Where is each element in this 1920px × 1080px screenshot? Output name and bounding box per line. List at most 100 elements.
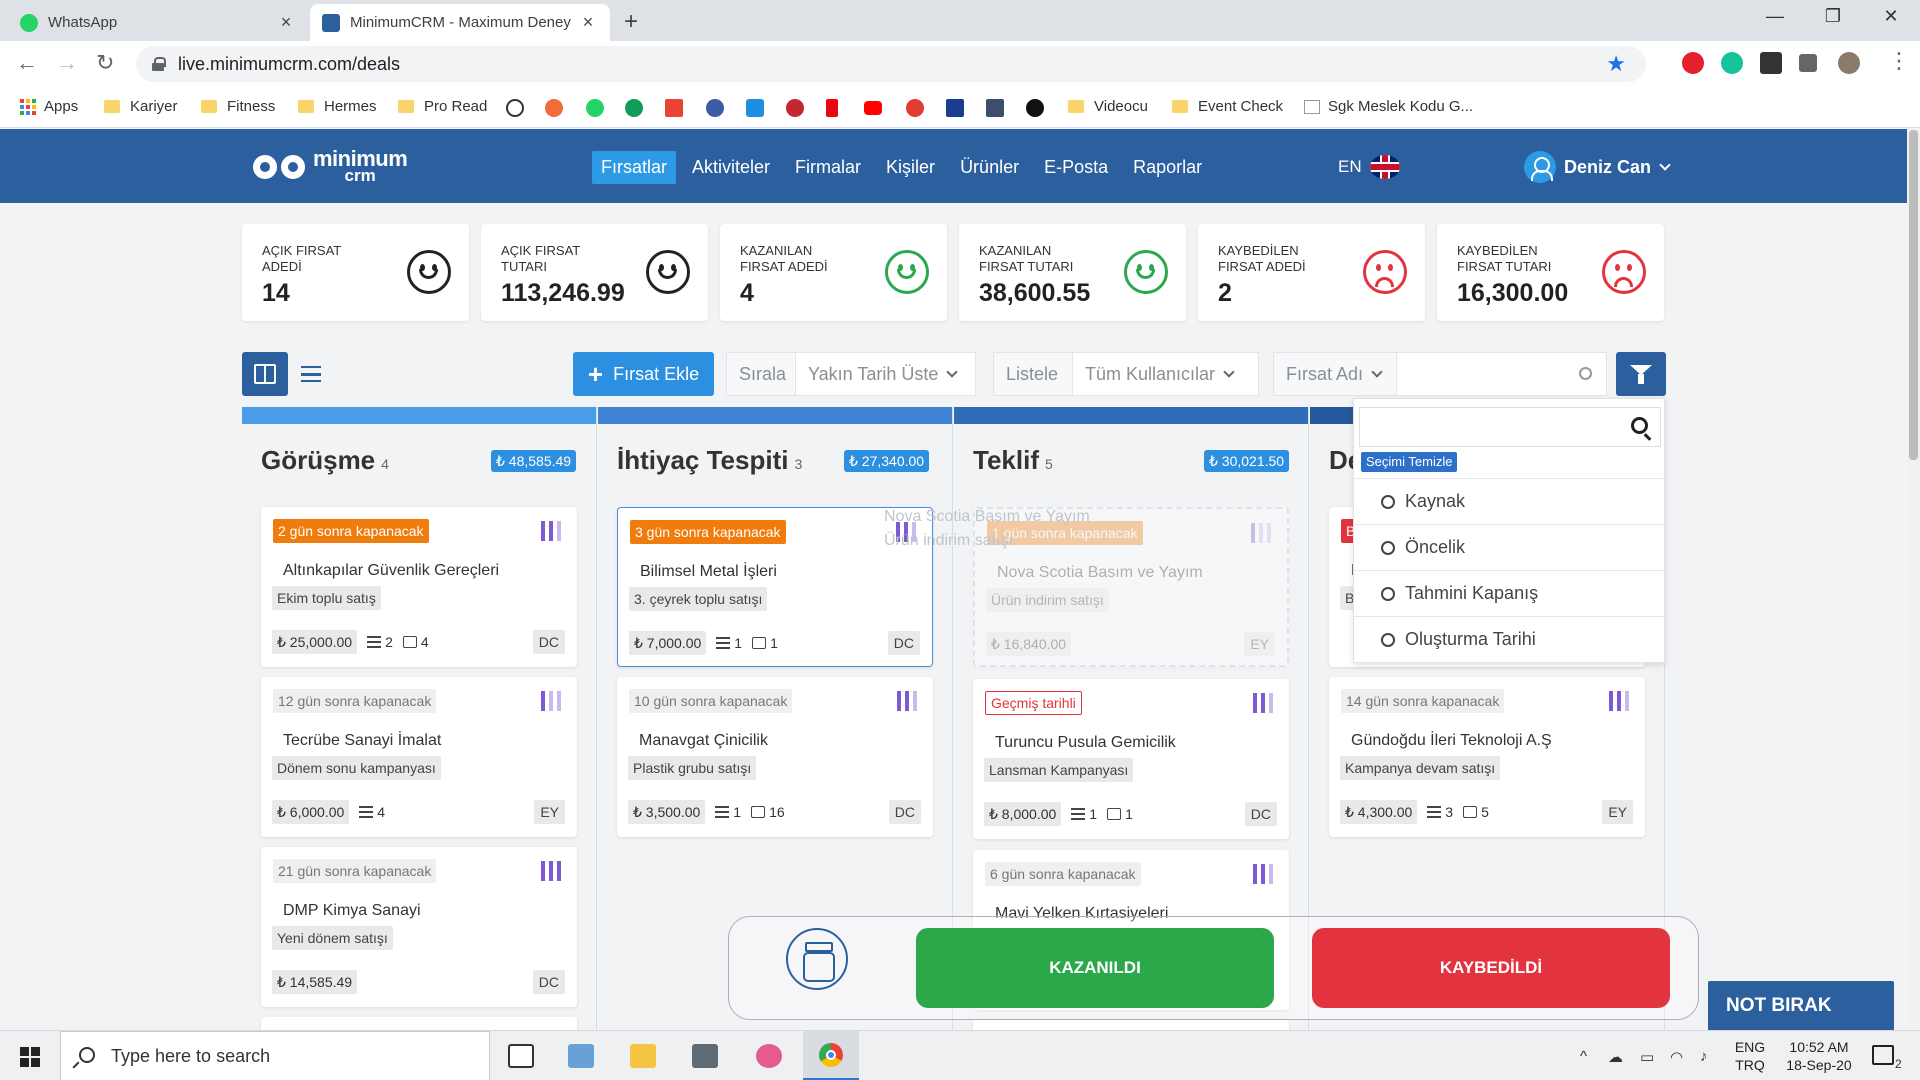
user-filter-select[interactable]: Tüm Kullanıcılar bbox=[1072, 352, 1259, 396]
hangouts-bookmark-icon[interactable] bbox=[625, 99, 643, 117]
minimize-button[interactable]: — bbox=[1752, 6, 1798, 27]
dropdown-search-input[interactable] bbox=[1359, 407, 1661, 447]
input-language[interactable]: ENG TRQ bbox=[1730, 1031, 1770, 1080]
clock[interactable]: 10:52 AM 18-Sep-20 bbox=[1776, 1031, 1862, 1080]
won-drop-target[interactable]: KAZANILDI bbox=[916, 928, 1274, 1008]
file-explorer-icon[interactable] bbox=[630, 1044, 656, 1068]
bookmark-kariyer[interactable]: Kariyer bbox=[104, 98, 178, 115]
youtube-bookmark-icon[interactable] bbox=[864, 101, 882, 115]
chevron-up-icon[interactable]: ^ bbox=[1580, 1048, 1587, 1065]
nav-firsatlar[interactable]: Fırsatlar bbox=[592, 151, 677, 184]
minimumcrm-logo[interactable]: minimum crm bbox=[253, 147, 408, 187]
bookmark-icon[interactable] bbox=[786, 99, 804, 117]
maximize-button[interactable]: ❐ bbox=[1810, 6, 1856, 27]
list-label: Listele bbox=[993, 352, 1073, 396]
task-view-icon[interactable] bbox=[508, 1044, 534, 1068]
notifications-icon[interactable] bbox=[1872, 1045, 1894, 1065]
add-deal-button[interactable]: + Fırsat Ekle bbox=[573, 352, 714, 396]
filter-button[interactable] bbox=[1616, 352, 1666, 396]
nav-aktiviteler[interactable]: Aktiviteler bbox=[683, 151, 779, 184]
cloud-icon[interactable]: ☁ bbox=[1608, 1048, 1623, 1066]
bookmark-videocu[interactable]: Videocu bbox=[1068, 98, 1148, 115]
tab-whatsapp[interactable]: WhatsApp × bbox=[8, 4, 308, 41]
taskbar-search-input[interactable]: Type here to search bbox=[60, 1031, 490, 1080]
opera-extension-icon[interactable] bbox=[1682, 52, 1704, 74]
grammarly-extension-icon[interactable] bbox=[1721, 52, 1743, 74]
menu-dots-icon[interactable]: ⋮ bbox=[1888, 48, 1910, 74]
sort-select[interactable]: Yakın Tarih Üste bbox=[795, 352, 976, 396]
dropdown-option-oncelik[interactable]: Öncelik bbox=[1354, 524, 1664, 570]
profile-avatar[interactable] bbox=[1838, 52, 1860, 74]
forward-arrow-icon[interactable]: → bbox=[56, 50, 78, 76]
bookmark-apps[interactable]: Apps bbox=[20, 98, 78, 115]
deal-card-drag-placeholder[interactable]: 1 gün sonra kapanacak Nova Scotia Basım … bbox=[973, 507, 1289, 667]
chrome-taskbar-button[interactable] bbox=[803, 1031, 859, 1080]
screen-app-icon[interactable] bbox=[568, 1044, 594, 1068]
dropdown-option-olusturma-tarihi[interactable]: Oluşturma Tarihi bbox=[1354, 616, 1664, 662]
user-menu[interactable]: Deniz Can bbox=[1524, 151, 1671, 183]
clear-selection-button[interactable]: Seçimi Temizle bbox=[1361, 452, 1458, 472]
deal-card[interactable]: 10 gün sonra kapanacak Manavgat Çinicili… bbox=[617, 677, 933, 837]
dropdown-option-tahmini-kapanis[interactable]: Tahmini Kapanış bbox=[1354, 570, 1664, 616]
page-scrollbar[interactable] bbox=[1907, 128, 1920, 1030]
bookmark-fitness[interactable]: Fitness bbox=[201, 98, 275, 115]
language-switch[interactable]: EN bbox=[1338, 155, 1400, 179]
nav-e-posta[interactable]: E-Posta bbox=[1035, 151, 1117, 184]
lost-drop-target[interactable]: KAYBEDİLDİ bbox=[1312, 928, 1670, 1008]
bookmark-hermes[interactable]: Hermes bbox=[298, 98, 377, 115]
list-view-button[interactable] bbox=[288, 352, 334, 396]
bookmark-icon[interactable] bbox=[545, 99, 563, 117]
windows-start-icon[interactable] bbox=[20, 1047, 40, 1067]
new-tab-button[interactable]: + bbox=[624, 8, 638, 36]
back-arrow-icon[interactable]: ← bbox=[16, 50, 38, 76]
puzzle-icon[interactable] bbox=[1799, 54, 1817, 72]
reload-icon[interactable]: ↻ bbox=[96, 50, 114, 76]
search-field-select[interactable]: Fırsat Adı bbox=[1273, 352, 1397, 396]
bookmark-icon[interactable] bbox=[1026, 99, 1044, 117]
globe-bookmark-icon[interactable] bbox=[706, 99, 724, 117]
whatsapp-bookmark-icon[interactable] bbox=[586, 99, 604, 117]
board-view-button[interactable] bbox=[242, 352, 288, 396]
tab-minimumcrm[interactable]: MinimumCRM - Maximum Deney × bbox=[310, 4, 610, 41]
volume-icon[interactable]: ♪ bbox=[1700, 1048, 1708, 1065]
nav-firmalar[interactable]: Firmalar bbox=[786, 151, 870, 184]
nav-urunler[interactable]: Ürünler bbox=[951, 151, 1028, 184]
chevron-down-icon bbox=[946, 365, 959, 378]
smiley-bookmark-icon[interactable] bbox=[506, 99, 524, 117]
task-extension-icon[interactable] bbox=[1760, 52, 1782, 74]
bookmark-star-icon[interactable]: ★ bbox=[1606, 51, 1626, 77]
battery-icon[interactable]: ▭ bbox=[1640, 1048, 1654, 1066]
nav-kisiler[interactable]: Kişiler bbox=[877, 151, 944, 184]
bookmark-event-check[interactable]: Event Check bbox=[1172, 98, 1283, 115]
address-bar[interactable]: live.minimumcrm.com/deals ★ bbox=[136, 46, 1646, 82]
bookmark-sgk[interactable]: Sgk Meslek Kodu G... bbox=[1304, 98, 1473, 115]
deal-card[interactable]: 21 gün sonra kapanacak DMP Kimya Sanayi … bbox=[261, 847, 577, 1007]
dropdown-option-kaynak[interactable]: Kaynak bbox=[1354, 478, 1664, 524]
calculator-icon[interactable] bbox=[692, 1044, 718, 1068]
notification-count: 2 bbox=[1895, 1057, 1902, 1071]
deal-card[interactable]: Geçmiş tarihli Turuncu Pusula Gemicilik … bbox=[973, 679, 1289, 839]
close-window-button[interactable]: ✕ bbox=[1868, 6, 1914, 27]
deal-card[interactable]: 2 gün sonra kapanacak Altınkapılar Güven… bbox=[261, 507, 577, 667]
snipping-tool-icon[interactable] bbox=[756, 1044, 782, 1068]
archive-jar-icon[interactable] bbox=[786, 928, 848, 990]
stat-open-count: AÇIK FIRSAT ADEDİ 14 bbox=[242, 224, 469, 321]
deal-card[interactable]: 12 gün sonra kapanacak Tecrübe Sanayi İm… bbox=[261, 677, 577, 837]
leave-note-button[interactable]: NOT BIRAK bbox=[1708, 981, 1894, 1030]
wifi-icon[interactable]: ◠ bbox=[1670, 1048, 1683, 1066]
deal-card[interactable]: 14 gün sonra kapanacak Gündoğdu İleri Te… bbox=[1329, 677, 1645, 837]
close-icon[interactable]: × bbox=[578, 12, 598, 33]
bookmark-icon[interactable] bbox=[986, 99, 1004, 117]
netflix-bookmark-icon[interactable] bbox=[826, 99, 838, 117]
deal-card[interactable]: 3 gün sonra kapanacak Bilimsel Metal İşl… bbox=[617, 507, 933, 667]
close-icon[interactable]: × bbox=[276, 12, 296, 33]
bookmark-icon[interactable] bbox=[906, 99, 924, 117]
tab-title: MinimumCRM - Maximum Deney bbox=[350, 14, 571, 31]
gmail-bookmark-icon[interactable] bbox=[665, 99, 683, 117]
search-input[interactable] bbox=[1396, 352, 1607, 396]
nav-raporlar[interactable]: Raporlar bbox=[1124, 151, 1211, 184]
bookmark-icon[interactable] bbox=[946, 99, 964, 117]
priority-icon bbox=[1251, 523, 1271, 543]
zoom-bookmark-icon[interactable] bbox=[746, 99, 764, 117]
bookmark-pro-read[interactable]: Pro Read bbox=[398, 98, 487, 115]
